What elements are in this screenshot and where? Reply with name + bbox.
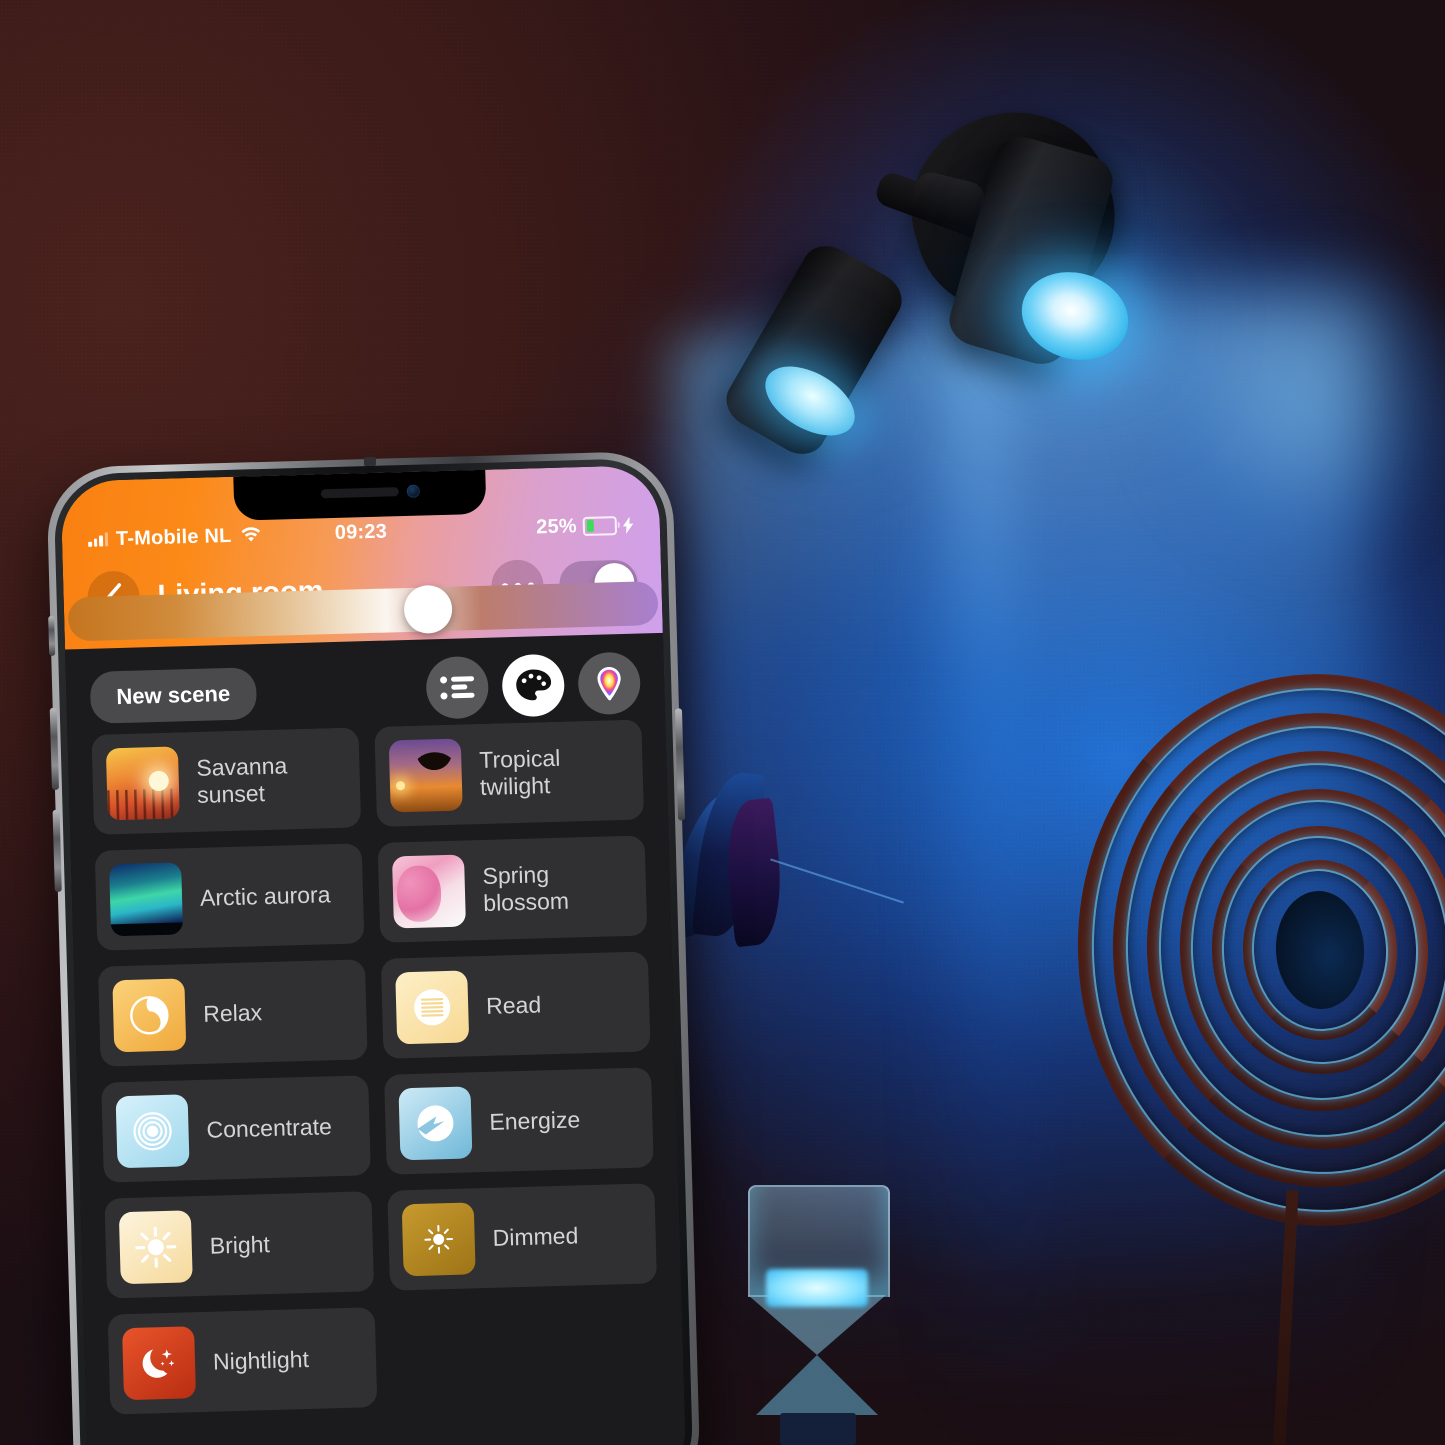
photo-thumbnail (105, 746, 180, 821)
mute-switch[interactable] (48, 615, 56, 656)
palette-icon (516, 669, 552, 701)
brightness-slider-thumb[interactable] (403, 584, 454, 635)
relax-icon (112, 978, 187, 1053)
hue-app: T-Mobile NL 09:23 25% New scene Savanna … (60, 464, 687, 1445)
photo-thumbnail (388, 738, 463, 813)
scene-photo: T-Mobile NL 09:23 25% New scene Savanna … (0, 0, 1445, 1445)
scene-item-dimmed[interactable]: Dimmed (387, 1183, 658, 1291)
spiral-sculpture (1063, 661, 1445, 1239)
scene-item-energize[interactable]: Energize (384, 1067, 654, 1175)
scenes-tab[interactable] (501, 653, 566, 718)
scene-item-arctic-aurora[interactable]: Arctic aurora (94, 843, 365, 951)
hourglass (742, 1185, 892, 1445)
scene-item-savanna-sunset[interactable]: Savanna sunset (91, 727, 362, 835)
scene-item-nightlight[interactable]: Nightlight (107, 1307, 378, 1415)
list-view-tab[interactable] (425, 655, 490, 720)
scene-label: Savanna sunset (196, 752, 288, 808)
notch (233, 469, 487, 521)
list-icon (440, 676, 475, 700)
scene-item-concentrate[interactable]: Concentrate (101, 1075, 371, 1183)
flower (662, 760, 904, 950)
scene-item-spring-blossom[interactable]: Spring blossom (377, 835, 648, 943)
scene-item-tropical-twilight[interactable]: Tropical twilight (374, 719, 645, 827)
battery-percent-label: 25% (535, 514, 578, 538)
scene-label: Nightlight (212, 1345, 310, 1375)
scene-label: Energize (489, 1105, 581, 1135)
scene-label: Concentrate (206, 1112, 333, 1143)
scene-label: Read (485, 990, 542, 1019)
scene-label: Dimmed (492, 1221, 579, 1251)
lightning-bolt-icon (622, 516, 634, 534)
photo-thumbnail (109, 862, 184, 937)
scene-label: Spring blossom (482, 861, 570, 916)
concentrate-icon (115, 1094, 190, 1169)
color-picker-tab[interactable] (577, 651, 642, 716)
earpiece-speaker (320, 487, 399, 499)
dim-sun-icon (401, 1202, 476, 1277)
scene-label: Tropical twilight (478, 744, 561, 800)
scene-list[interactable]: Savanna sunset Tropical twilight Arctic … (67, 718, 687, 1445)
moon-stars-icon (122, 1326, 197, 1401)
scene-label: Relax (202, 998, 263, 1027)
color-pin-icon (597, 666, 621, 701)
scene-item-read[interactable]: Read (380, 951, 651, 1059)
view-tabs (425, 651, 642, 720)
cellular-signal-icon (88, 532, 109, 547)
smartphone: T-Mobile NL 09:23 25% New scene Savanna … (46, 450, 702, 1445)
clock: 09:23 (334, 520, 388, 544)
new-scene-button[interactable]: New scene (89, 667, 257, 724)
phone-screen: T-Mobile NL 09:23 25% New scene Savanna … (60, 464, 687, 1445)
carrier-label: T-Mobile NL (115, 524, 232, 550)
scene-label: Bright (209, 1230, 271, 1259)
scene-item-bright[interactable]: Bright (104, 1191, 375, 1299)
energize-icon (398, 1086, 473, 1161)
antenna-line (363, 456, 377, 467)
sun-icon (118, 1210, 193, 1285)
front-camera-icon (406, 484, 420, 498)
photo-thumbnail (391, 854, 466, 929)
scene-item-relax[interactable]: Relax (97, 959, 368, 1067)
scene-grid: Savanna sunset Tropical twilight Arctic … (91, 719, 660, 1415)
hue-wall-spotlight (717, 89, 1185, 464)
battery-icon (582, 515, 618, 536)
scene-label: Arctic aurora (199, 880, 331, 911)
wifi-icon (240, 527, 260, 542)
read-icon (395, 970, 470, 1045)
